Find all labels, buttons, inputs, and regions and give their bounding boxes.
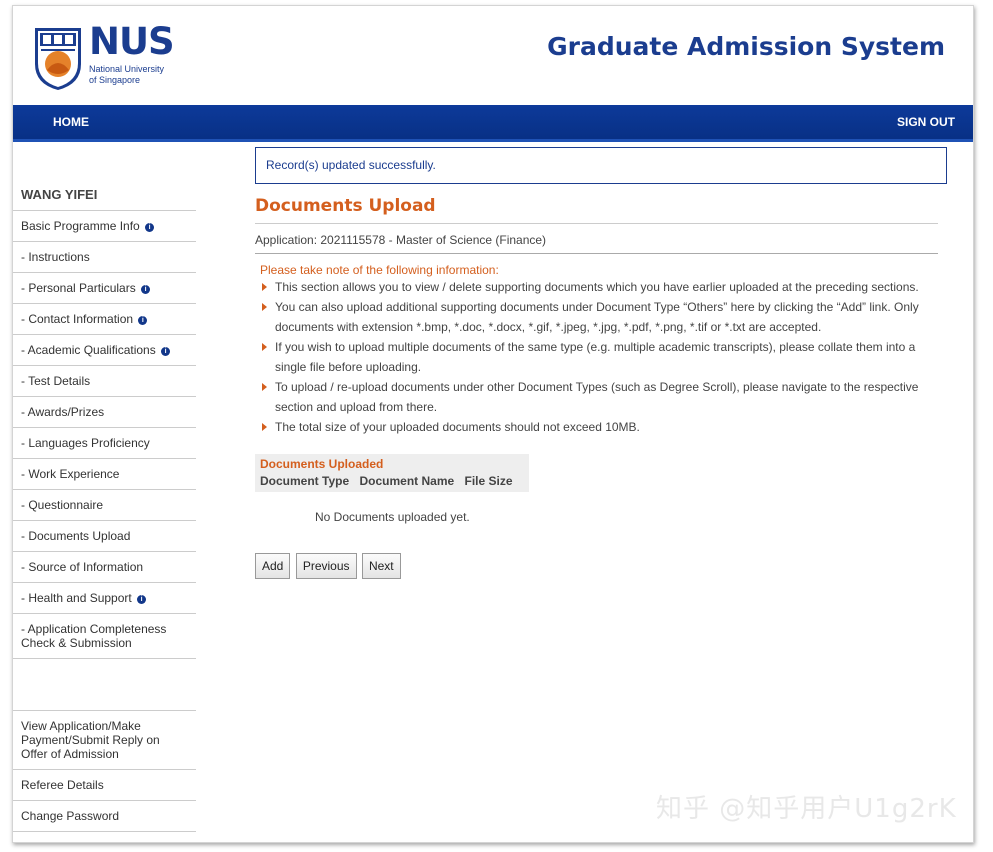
- logo-subtitle: National University of Singapore: [89, 64, 164, 86]
- logo-wordmark: NUS: [89, 20, 175, 63]
- sidebar: WANG YIFEI Basic Programme Info i - Instr…: [13, 181, 196, 659]
- sidebar-item-label: - Awards/Prizes: [21, 405, 105, 419]
- info-icon[interactable]: i: [138, 316, 148, 325]
- empty-documents-message: No Documents uploaded yet.: [315, 510, 470, 524]
- info-icon[interactable]: i: [137, 595, 147, 604]
- sidebar-item[interactable]: - Documents Upload: [13, 521, 196, 552]
- column-header-document-name: Document Name: [359, 474, 455, 488]
- note-text: If you wish to upload multiple documents…: [275, 340, 916, 374]
- note-text: You can also upload additional supportin…: [275, 300, 919, 334]
- column-header-file-size: File Size: [464, 474, 513, 488]
- sidebar-bottom-item[interactable]: View Application/Make Payment/Submit Rep…: [13, 711, 196, 770]
- sidebar-item[interactable]: - Contact Information i: [13, 304, 196, 335]
- note-item: The total size of your uploaded document…: [260, 417, 930, 437]
- user-name: WANG YIFEI: [13, 181, 196, 211]
- previous-button[interactable]: Previous: [295, 553, 357, 579]
- sidebar-item[interactable]: - Questionnaire: [13, 490, 196, 521]
- sidebar-item-label: - Documents Upload: [21, 529, 131, 543]
- sidebar-item-label: - Academic Qualifications: [21, 343, 156, 357]
- nus-logo[interactable]: NUS National University of Singapore: [33, 20, 183, 100]
- sidebar-item-label: - Instructions: [21, 250, 90, 264]
- sidebar-item-label: - Health and Support: [21, 591, 132, 605]
- note-text: To upload / re-upload documents under ot…: [275, 380, 919, 414]
- page-frame: NUS National University of Singapore Gra…: [12, 5, 974, 843]
- add-button[interactable]: Add: [255, 553, 291, 579]
- sidebar-item[interactable]: - Languages Proficiency: [13, 428, 196, 459]
- sidebar-item-label: - Test Details: [21, 374, 91, 388]
- home-link[interactable]: HOME: [53, 115, 89, 129]
- note-list: This section allows you to view / delete…: [260, 277, 930, 437]
- note-item: You can also upload additional supportin…: [260, 297, 930, 337]
- note-item: If you wish to upload multiple documents…: [260, 337, 930, 377]
- column-header-document-type: Document Type: [260, 474, 350, 488]
- main-content: Record(s) updated successfully. Document…: [255, 147, 947, 579]
- sidebar-item[interactable]: - Instructions: [13, 242, 196, 273]
- application-info: Application: 2021115578 - Master of Scie…: [255, 224, 938, 254]
- sidebar-item[interactable]: - Personal Particulars i: [13, 273, 196, 304]
- watermark: 知乎 @知乎用户U1g2rK: [656, 794, 957, 824]
- next-button[interactable]: Next: [361, 553, 401, 579]
- documents-table-header: Document Type Document Name File Size: [260, 474, 524, 488]
- sidebar-item-label: - Questionnaire: [21, 498, 104, 512]
- sidebar-item-label: - Work Experience: [21, 467, 120, 481]
- top-navbar: HOME SIGN OUT: [13, 105, 973, 142]
- info-icon[interactable]: i: [141, 285, 151, 294]
- sidebar-bottom-item[interactable]: Change Password: [13, 801, 196, 832]
- action-buttons: Add Previous Next: [255, 553, 947, 579]
- sidebar-item[interactable]: Basic Programme Info i: [13, 211, 196, 242]
- sidebar-item-label: - Languages Proficiency: [21, 436, 150, 450]
- system-title: Graduate Admission System: [547, 32, 945, 61]
- nus-crest-icon: [35, 28, 81, 90]
- sidebar-item[interactable]: - Application Completeness Check & Submi…: [13, 614, 196, 659]
- documents-uploaded-title: Documents Uploaded: [260, 457, 384, 471]
- sidebar-bottom-menu: View Application/Make Payment/Submit Rep…: [13, 710, 196, 832]
- sidebar-item-label: Basic Programme Info: [21, 219, 140, 233]
- note-item: This section allows you to view / delete…: [260, 277, 930, 297]
- documents-uploaded-table: Documents Uploaded Document Type Documen…: [255, 454, 529, 492]
- note-text: This section allows you to view / delete…: [275, 280, 919, 294]
- triangle-bullet-icon: [262, 383, 267, 391]
- note-heading: Please take note of the following inform…: [260, 263, 499, 277]
- info-icon[interactable]: i: [145, 223, 155, 232]
- sidebar-item-label: - Personal Particulars: [21, 281, 136, 295]
- sidebar-item[interactable]: - Test Details: [13, 366, 196, 397]
- sidebar-item[interactable]: - Source of Information: [13, 552, 196, 583]
- triangle-bullet-icon: [262, 283, 267, 291]
- note-item: To upload / re-upload documents under ot…: [260, 377, 930, 417]
- logo-subtitle-line: of Singapore: [89, 75, 141, 85]
- info-icon[interactable]: i: [161, 347, 171, 356]
- sidebar-item-label: - Source of Information: [21, 560, 144, 574]
- triangle-bullet-icon: [262, 423, 267, 431]
- sidebar-item-label: - Application Completeness Check & Submi…: [21, 622, 167, 650]
- sidebar-item[interactable]: - Health and Support i: [13, 583, 196, 614]
- page-title: Documents Upload: [255, 196, 938, 224]
- sidebar-bottom-item[interactable]: Referee Details: [13, 770, 196, 801]
- sidebar-item[interactable]: - Awards/Prizes: [13, 397, 196, 428]
- note-text: The total size of your uploaded document…: [275, 420, 640, 434]
- sidebar-item[interactable]: - Work Experience: [13, 459, 196, 490]
- logo-subtitle-line: National University: [89, 64, 165, 74]
- sign-out-link[interactable]: SIGN OUT: [897, 115, 955, 129]
- success-message: Record(s) updated successfully.: [255, 147, 947, 184]
- triangle-bullet-icon: [262, 343, 267, 351]
- sidebar-menu: Basic Programme Info i - Instructions - Pe…: [13, 211, 196, 659]
- sidebar-item[interactable]: - Academic Qualifications i: [13, 335, 196, 366]
- triangle-bullet-icon: [262, 303, 267, 311]
- sidebar-item-label: - Contact Information: [21, 312, 134, 326]
